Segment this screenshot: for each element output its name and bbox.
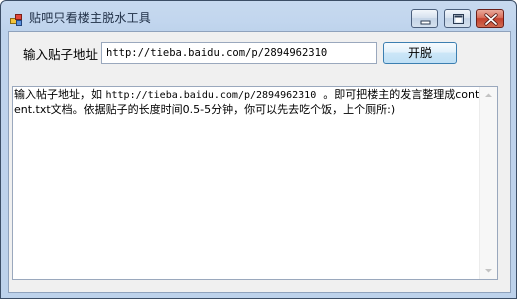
maximize-button[interactable] bbox=[444, 9, 471, 28]
client-area: 输入贴子地址 开脱 输入帖子地址，如 http://tieba.baidu.co… bbox=[8, 31, 511, 293]
close-button[interactable] bbox=[476, 9, 504, 28]
output-text-part1: 输入帖子地址，如 bbox=[14, 88, 106, 101]
vertical-scrollbar[interactable] bbox=[479, 87, 497, 279]
app-window: 贴吧只看楼主脱水工具 输入贴子地址 开脱 输入帖子地址，如 http://tie… bbox=[0, 0, 517, 299]
title-bar[interactable]: 贴吧只看楼主脱水工具 bbox=[1, 1, 516, 31]
window-title: 贴吧只看楼主脱水工具 bbox=[29, 11, 152, 25]
url-label: 输入贴子地址 bbox=[23, 47, 99, 62]
app-icon bbox=[10, 11, 23, 26]
output-text: 输入帖子地址，如 http://tieba.baidu.com/p/289496… bbox=[14, 88, 482, 117]
output-textarea[interactable]: 输入帖子地址，如 http://tieba.baidu.com/p/289496… bbox=[12, 86, 498, 280]
close-icon bbox=[484, 13, 498, 26]
output-example-url: http://tieba.baidu.com/p/2894962310 bbox=[105, 90, 317, 101]
scroll-up-icon[interactable] bbox=[480, 87, 497, 104]
minimize-button[interactable] bbox=[411, 9, 438, 28]
minimize-icon bbox=[420, 20, 431, 25]
url-input[interactable] bbox=[101, 42, 377, 64]
start-button[interactable]: 开脱 bbox=[383, 42, 457, 64]
maximize-icon bbox=[453, 14, 464, 24]
scroll-down-icon[interactable] bbox=[480, 262, 497, 279]
